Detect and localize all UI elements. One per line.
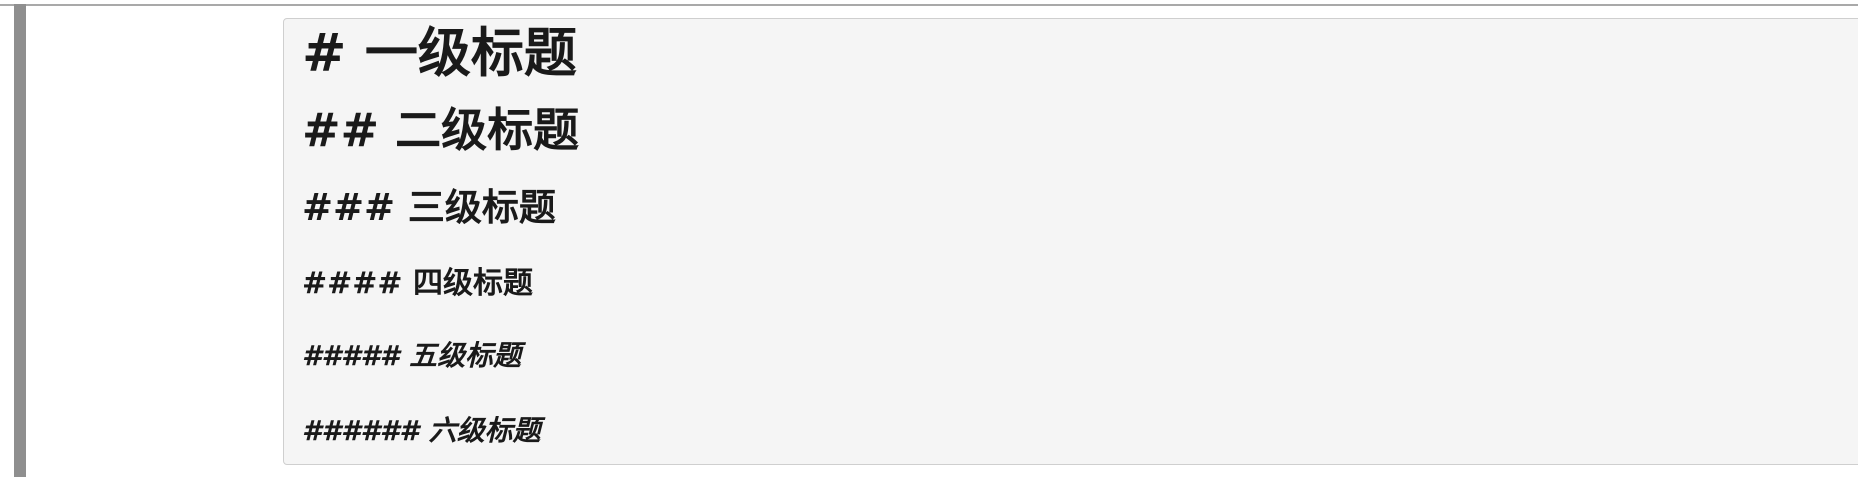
heading-level-4-line: #### 四级标题 (302, 266, 533, 301)
heading-level-6-line: ###### 六级标题 (302, 414, 541, 447)
heading-level-2-line: ## 二级标题 (302, 103, 580, 157)
top-divider (0, 4, 1858, 6)
heading-level-5-line: ##### 五级标题 (302, 339, 522, 372)
heading-level-3-line: ### 三级标题 (302, 186, 556, 229)
markdown-code-block: # 一级标题 ## 二级标题 ### 三级标题 #### 四级标题 ##### … (283, 18, 1858, 465)
left-quote-bar (14, 4, 26, 477)
heading-level-1-line: # 一级标题 (302, 23, 577, 84)
